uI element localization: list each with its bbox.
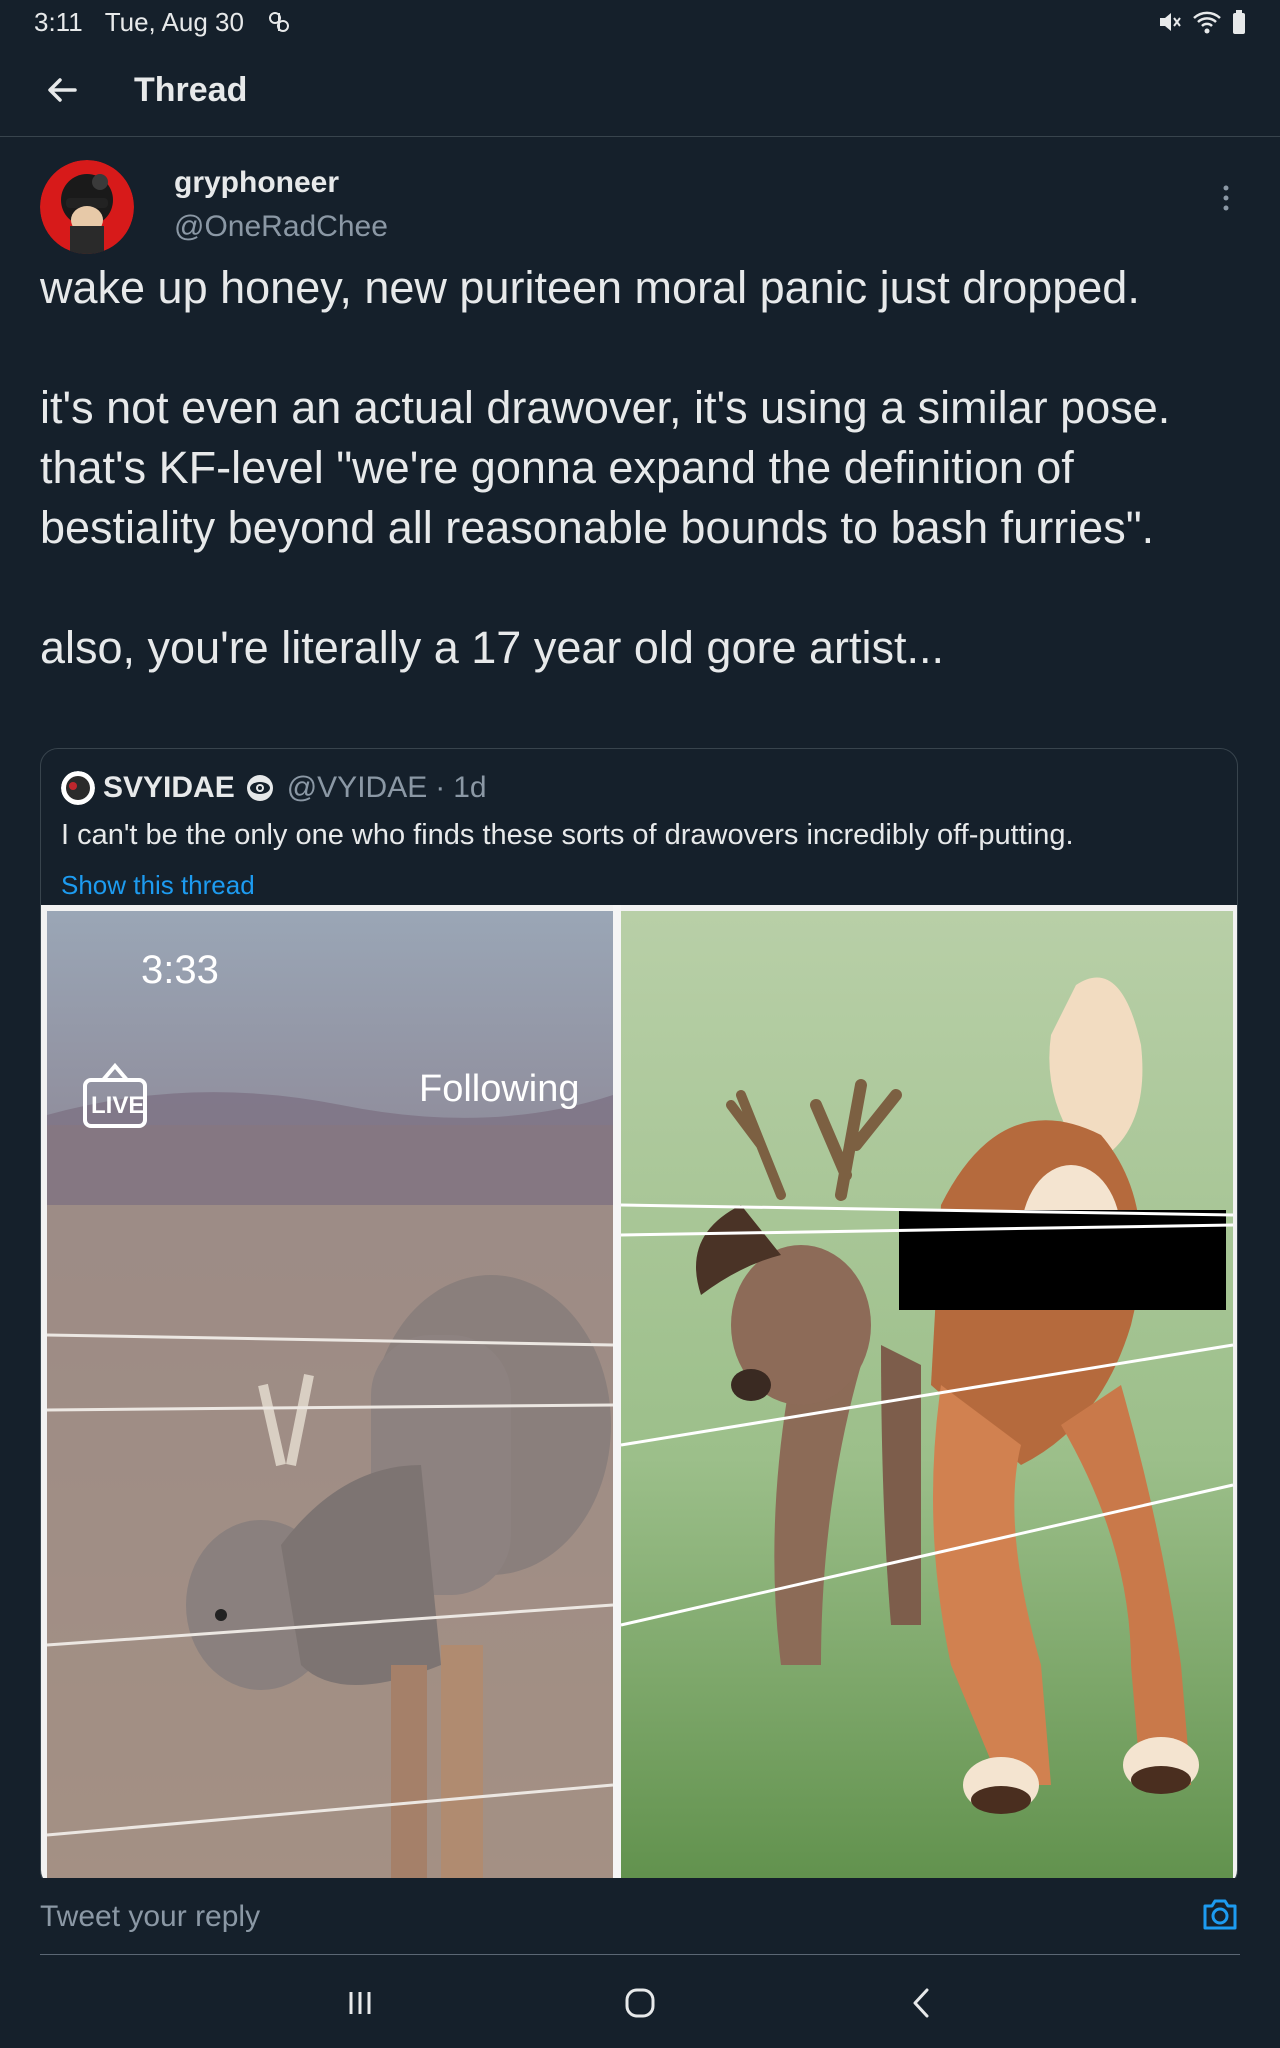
tweet-author: gryphoneer @OneRadChee [40,160,1240,254]
page-title: Thread [134,70,248,109]
back-nav-icon [913,1988,929,2018]
avatar[interactable] [40,160,134,254]
quote-media-image[interactable]: 3:33 LIVE Following [41,905,1237,1887]
media-collage: 3:33 LIVE Following [46,905,1234,1887]
main-tweet[interactable]: gryphoneer @OneRadChee wake up honey, ne… [40,160,1240,678]
status-time: 3:11 [34,6,83,37]
recents-button[interactable] [330,1980,390,2026]
camera-button[interactable] [1200,1894,1240,1934]
quote-header: SVYIDAE @VYIDAE · 1d [61,771,1237,805]
mute-icon [1160,13,1181,31]
quote-display-name: SVYIDAE [103,771,235,804]
status-right [1156,9,1246,35]
author-names: gryphoneer @OneRadChee [174,166,388,244]
thread-header: Thread [0,44,1280,137]
back-arrow-icon [48,78,77,102]
quote-age: 1d [453,771,487,804]
quote-separator: · [435,771,446,804]
home-button[interactable] [610,1980,670,2026]
back-nav-button[interactable] [892,1980,952,2026]
system-nav-bar [0,1958,1280,2048]
more-vertical-icon [1223,185,1229,211]
camera-icon [1203,1899,1237,1930]
avatar-image [40,160,134,254]
battery-icon [1233,10,1245,34]
home-icon [625,1988,655,2018]
tweet-text: wake up honey, new puriteen moral panic … [40,262,1171,673]
back-button[interactable] [40,68,84,112]
wifi-icon [1193,11,1221,34]
status-bar: 3:11 Tue, Aug 30 [0,0,1280,44]
author-display-name[interactable]: gryphoneer [174,166,388,200]
reply-bar: Tweet your reply [0,1878,1280,1956]
author-handle[interactable]: @OneRadChee [174,210,388,244]
media-time-label: 3:33 [141,948,219,992]
reply-input[interactable]: Tweet your reply [40,1900,260,1934]
show-thread-link[interactable]: Show this thread [61,870,1237,901]
notification-icon [268,12,289,32]
quote-avatar [61,771,95,805]
status-left: 3:11 Tue, Aug 30 [34,7,292,38]
reply-underline [40,1954,1240,1955]
status-date: Tue, Aug 30 [104,6,244,37]
recents-icon [349,1992,371,2014]
quoted-tweet[interactable]: SVYIDAE @VYIDAE · 1d I can't be the only… [40,748,1238,1888]
right-illustration [620,911,1234,1887]
more-button[interactable] [1216,178,1236,218]
quote-text: I can't be the only one who finds these … [61,819,1074,851]
left-photo: 3:33 LIVE Following [46,911,614,1887]
media-following-label: Following [419,1068,580,1110]
eye-icon [246,775,273,801]
media-live-label: LIVE [91,1092,144,1119]
quote-handle: @VYIDAE [286,771,428,804]
